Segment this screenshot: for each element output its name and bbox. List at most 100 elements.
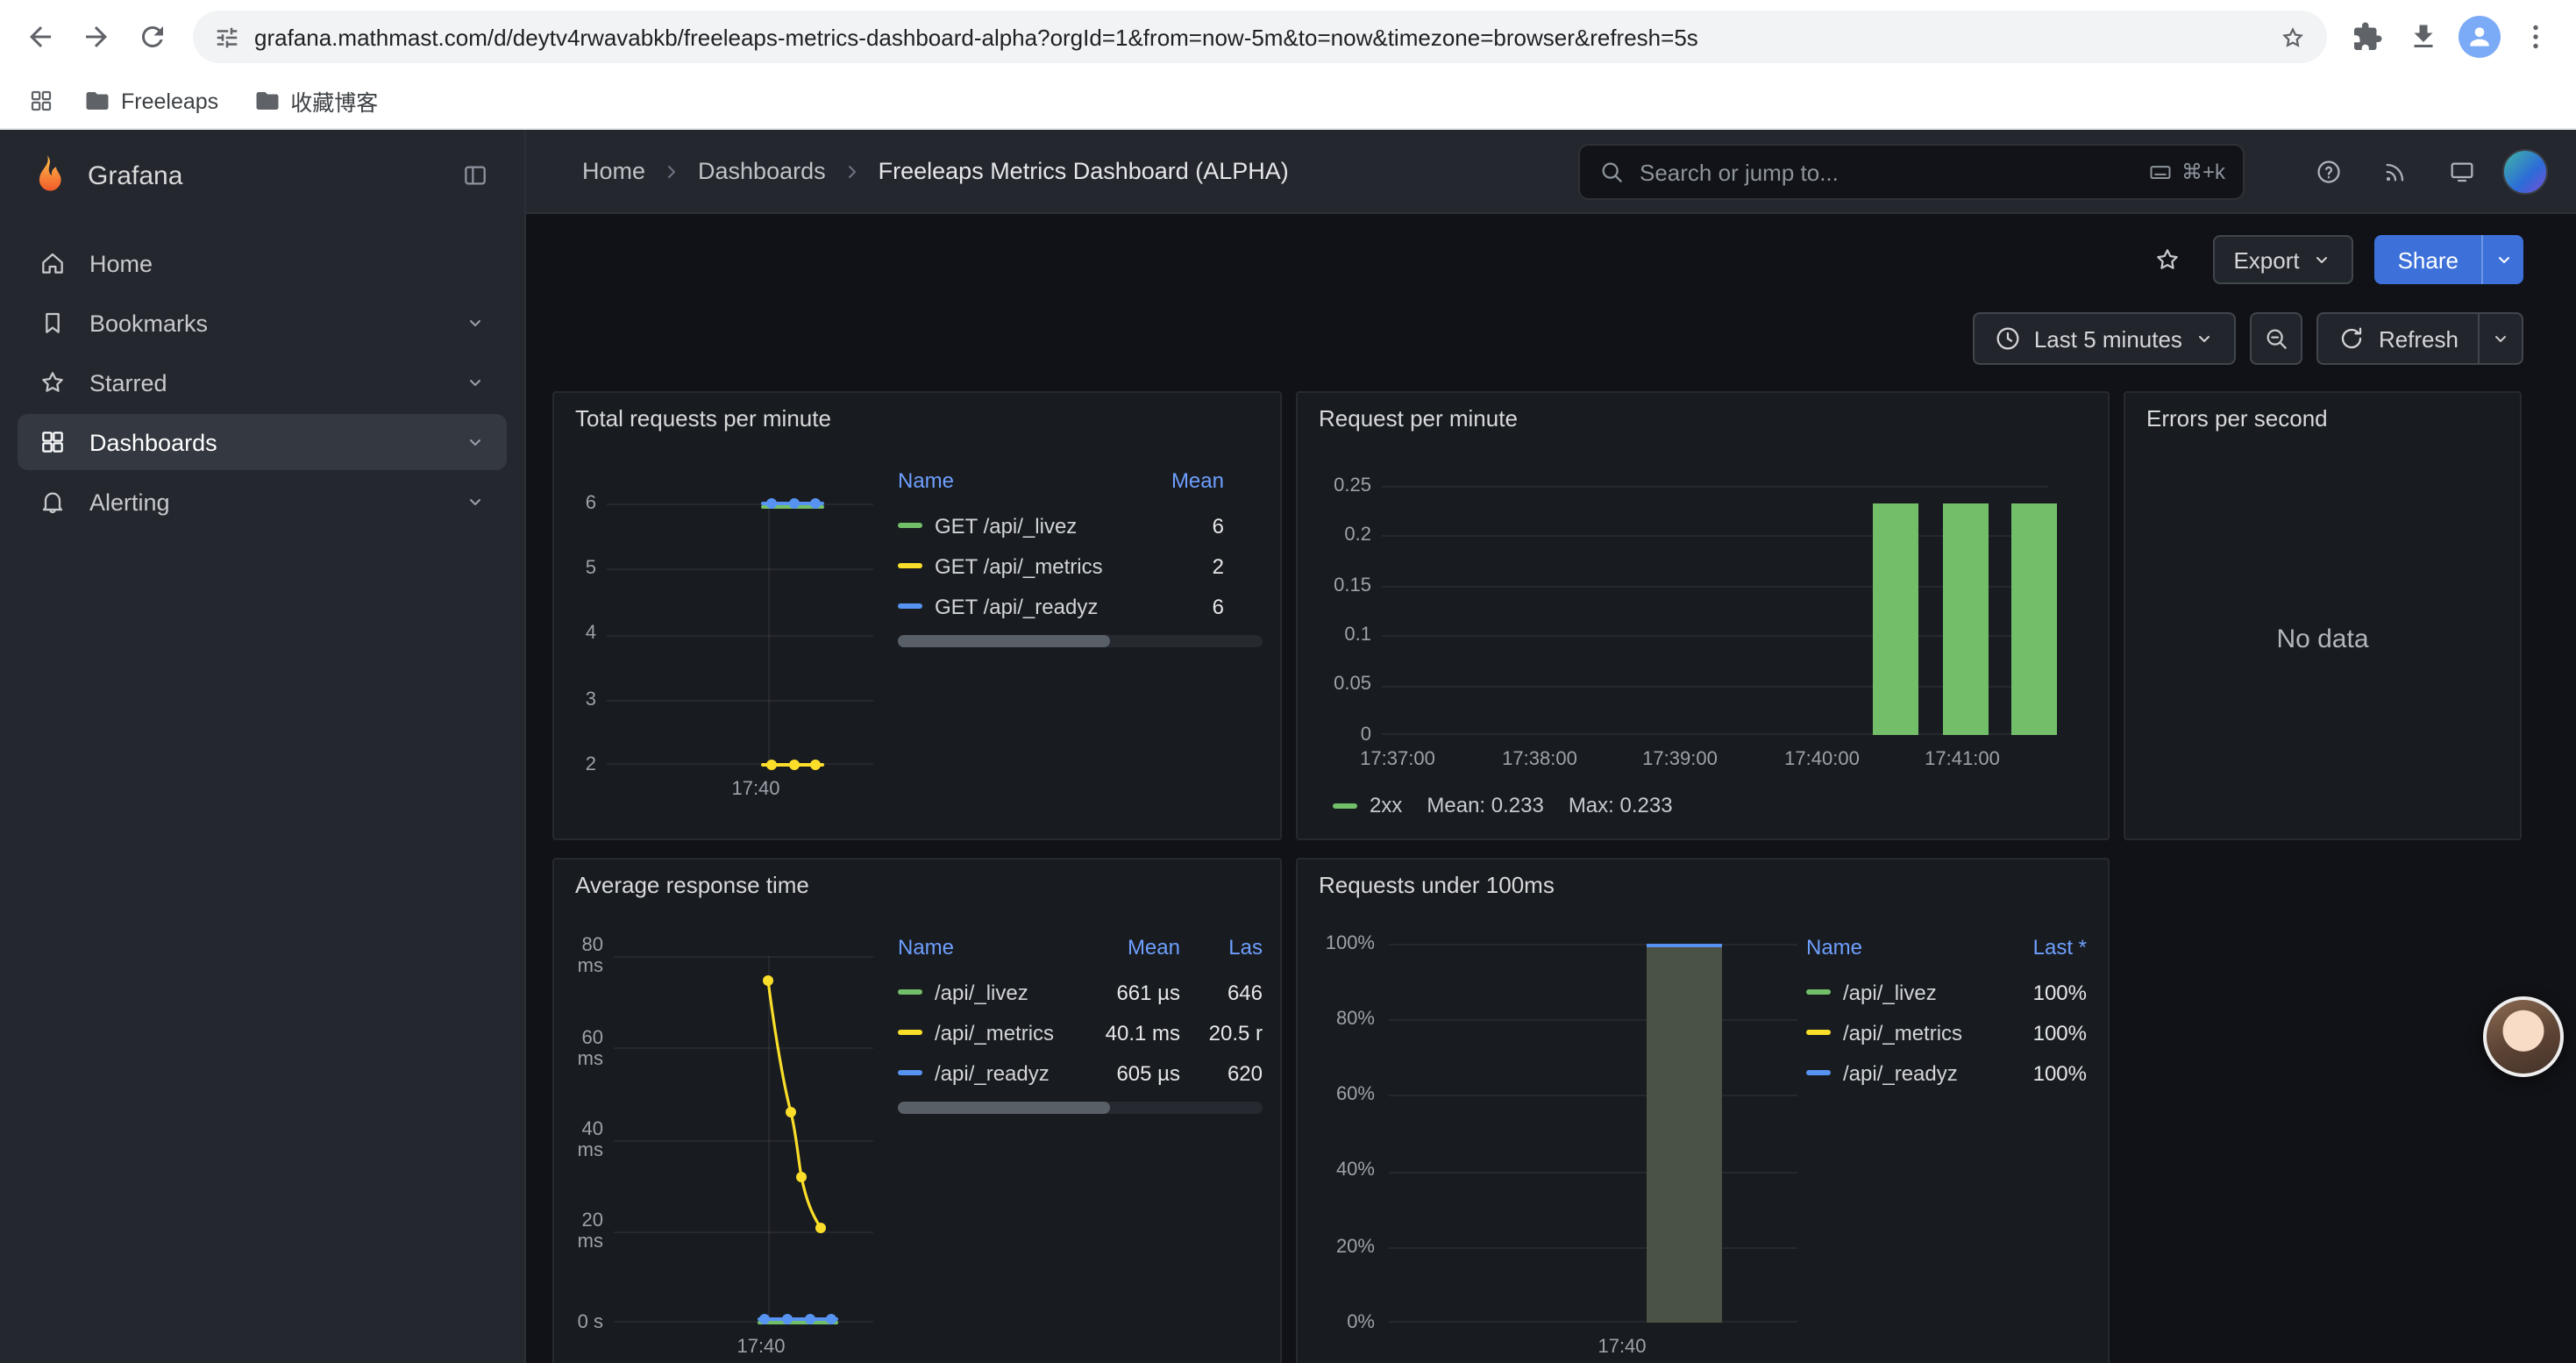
share-button[interactable]: Share	[2375, 235, 2481, 284]
refresh-icon	[2338, 325, 2366, 353]
legend-header: Name Last *	[1806, 930, 2087, 965]
help-button[interactable]	[2302, 145, 2355, 197]
bar-17-40[interactable]	[1647, 944, 1722, 1323]
user-avatar[interactable]	[2502, 148, 2548, 194]
scrollbar-thumb[interactable]	[898, 635, 1109, 647]
y-tick: 3	[554, 689, 596, 710]
series-last-value: 646	[1192, 980, 1263, 1004]
chevron-down-icon[interactable]	[465, 432, 486, 453]
data-point	[805, 1314, 815, 1324]
chevron-down-icon[interactable]	[465, 312, 486, 333]
reload-button[interactable]	[126, 11, 179, 63]
back-button[interactable]	[14, 11, 67, 63]
refresh-interval-button[interactable]	[2478, 312, 2523, 365]
export-button[interactable]: Export	[2212, 235, 2353, 284]
legend-col-name[interactable]: Name	[898, 935, 1066, 960]
reload-icon	[137, 21, 168, 53]
bookmark-folder-freeleaps[interactable]: Freeleaps	[70, 81, 232, 121]
search-shortcut: ⌘+k	[2148, 160, 2225, 184]
panel-requests-under-100ms: Requests under 100ms 100% 80% 60% 40% 20…	[1296, 858, 2110, 1363]
y-tick: 40 ms	[554, 1119, 603, 1161]
tab-groups-button[interactable]	[18, 78, 63, 124]
forward-icon	[81, 21, 112, 53]
breadcrumb-home[interactable]: Home	[582, 158, 645, 184]
breadcrumb-dashboards[interactable]: Dashboards	[698, 158, 826, 184]
address-bar[interactable]	[193, 11, 2327, 63]
bookmark-star-icon[interactable]	[2280, 24, 2306, 50]
panel-title[interactable]: Total requests per minute	[575, 405, 831, 432]
legend-col-name[interactable]: Name	[898, 468, 1121, 493]
news-button[interactable]	[2369, 145, 2422, 197]
panel-title[interactable]: Errors per second	[2146, 405, 2328, 432]
assistant-avatar[interactable]	[2483, 996, 2564, 1077]
sidebar-item-starred[interactable]: Starred	[18, 354, 507, 410]
y-tick: 0.15	[1298, 575, 1371, 596]
forward-button[interactable]	[70, 11, 123, 63]
series-name[interactable]: /api/_livez	[935, 980, 1066, 1004]
timeseries-plot[interactable]	[607, 503, 873, 765]
legend-scrollbar[interactable]	[898, 635, 1263, 647]
series-name[interactable]: GET /api/_readyz	[935, 594, 1121, 618]
y-tick: 0%	[1298, 1312, 1375, 1333]
bar-2xx[interactable]	[2011, 503, 2057, 735]
time-range-label: Last 5 minutes	[2034, 325, 2182, 352]
favorite-star-button[interactable]	[2142, 235, 2191, 284]
search-input[interactable]	[1640, 159, 2134, 185]
legend-item-2xx[interactable]: 2xx	[1333, 793, 1402, 817]
sidebar: Grafana Home Bookmarks Starred	[0, 130, 526, 1363]
legend-row: /api/_metrics 40.1 ms 20.5 r	[898, 1012, 1263, 1053]
extensions-button[interactable]	[2341, 11, 2394, 63]
monitor-icon	[2448, 157, 2476, 185]
series-name[interactable]: /api/_metrics	[1843, 1020, 1990, 1045]
series-name[interactable]: /api/_readyz	[935, 1060, 1066, 1085]
share-menu-button[interactable]	[2481, 235, 2523, 284]
time-range-picker[interactable]: Last 5 minutes	[1973, 312, 2237, 365]
bar-2xx[interactable]	[1873, 503, 1918, 735]
sidebar-item-alerting[interactable]: Alerting	[18, 474, 507, 530]
sidebar-item-bookmarks[interactable]: Bookmarks	[18, 295, 507, 351]
folder-icon	[253, 88, 280, 114]
bar-chart-plot[interactable]	[1382, 486, 2048, 735]
bar-2xx[interactable]	[1943, 503, 1989, 735]
profile-button[interactable]	[2453, 11, 2506, 63]
bookmark-label: Freeleaps	[121, 89, 218, 113]
sidebar-item-label: Starred	[89, 369, 167, 396]
series-name[interactable]: /api/_readyz	[1843, 1060, 1990, 1085]
chevron-down-icon[interactable]	[465, 372, 486, 393]
sidebar-item-label: Home	[89, 250, 153, 276]
scrollbar-thumb[interactable]	[898, 1102, 1109, 1114]
sidebar-collapse-button[interactable]	[451, 151, 500, 200]
legend-col-last[interactable]: Last *	[2003, 935, 2087, 960]
url-input[interactable]	[254, 24, 2266, 50]
chevron-down-icon[interactable]	[465, 491, 486, 512]
legend-col-name[interactable]: Name	[1806, 935, 1990, 960]
grafana-logo[interactable]	[25, 153, 70, 198]
panel-left-icon	[461, 161, 489, 189]
panel-title[interactable]: Average response time	[575, 872, 809, 898]
series-name[interactable]: GET /api/_livez	[935, 513, 1121, 538]
series-name[interactable]: GET /api/_metrics	[935, 553, 1121, 578]
panel-title[interactable]: Requests under 100ms	[1319, 872, 1555, 898]
bar-chart-plot[interactable]	[1389, 944, 1797, 1323]
bookmark-folder-blogs[interactable]: 收藏博客	[239, 77, 392, 125]
display-button[interactable]	[2436, 145, 2488, 197]
x-tick: 17:41:00	[1925, 749, 2000, 770]
legend-col-last[interactable]: Las	[1192, 935, 1263, 960]
y-tick: 80 ms	[554, 935, 603, 977]
site-settings-icon[interactable]	[214, 24, 240, 50]
legend-scrollbar[interactable]	[898, 1102, 1263, 1114]
refresh-button[interactable]: Refresh	[2317, 312, 2478, 365]
sidebar-item-home[interactable]: Home	[18, 235, 507, 291]
timeseries-plot[interactable]	[614, 956, 873, 1323]
browser-menu-button[interactable]	[2509, 11, 2562, 63]
zoom-out-button[interactable]	[2251, 312, 2303, 365]
series-name[interactable]: /api/_metrics	[935, 1020, 1066, 1045]
series-name[interactable]: /api/_livez	[1843, 980, 1990, 1004]
panel-legend: 2xx Mean: 0.233 Max: 0.233	[1333, 793, 1673, 817]
downloads-button[interactable]	[2397, 11, 2450, 63]
legend-col-mean[interactable]: Mean	[1078, 935, 1180, 960]
sidebar-item-dashboards[interactable]: Dashboards	[18, 414, 507, 470]
panel-title[interactable]: Request per minute	[1319, 405, 1518, 432]
search-bar[interactable]: ⌘+k	[1578, 144, 2245, 200]
legend-col-mean[interactable]: Mean	[1133, 468, 1224, 493]
